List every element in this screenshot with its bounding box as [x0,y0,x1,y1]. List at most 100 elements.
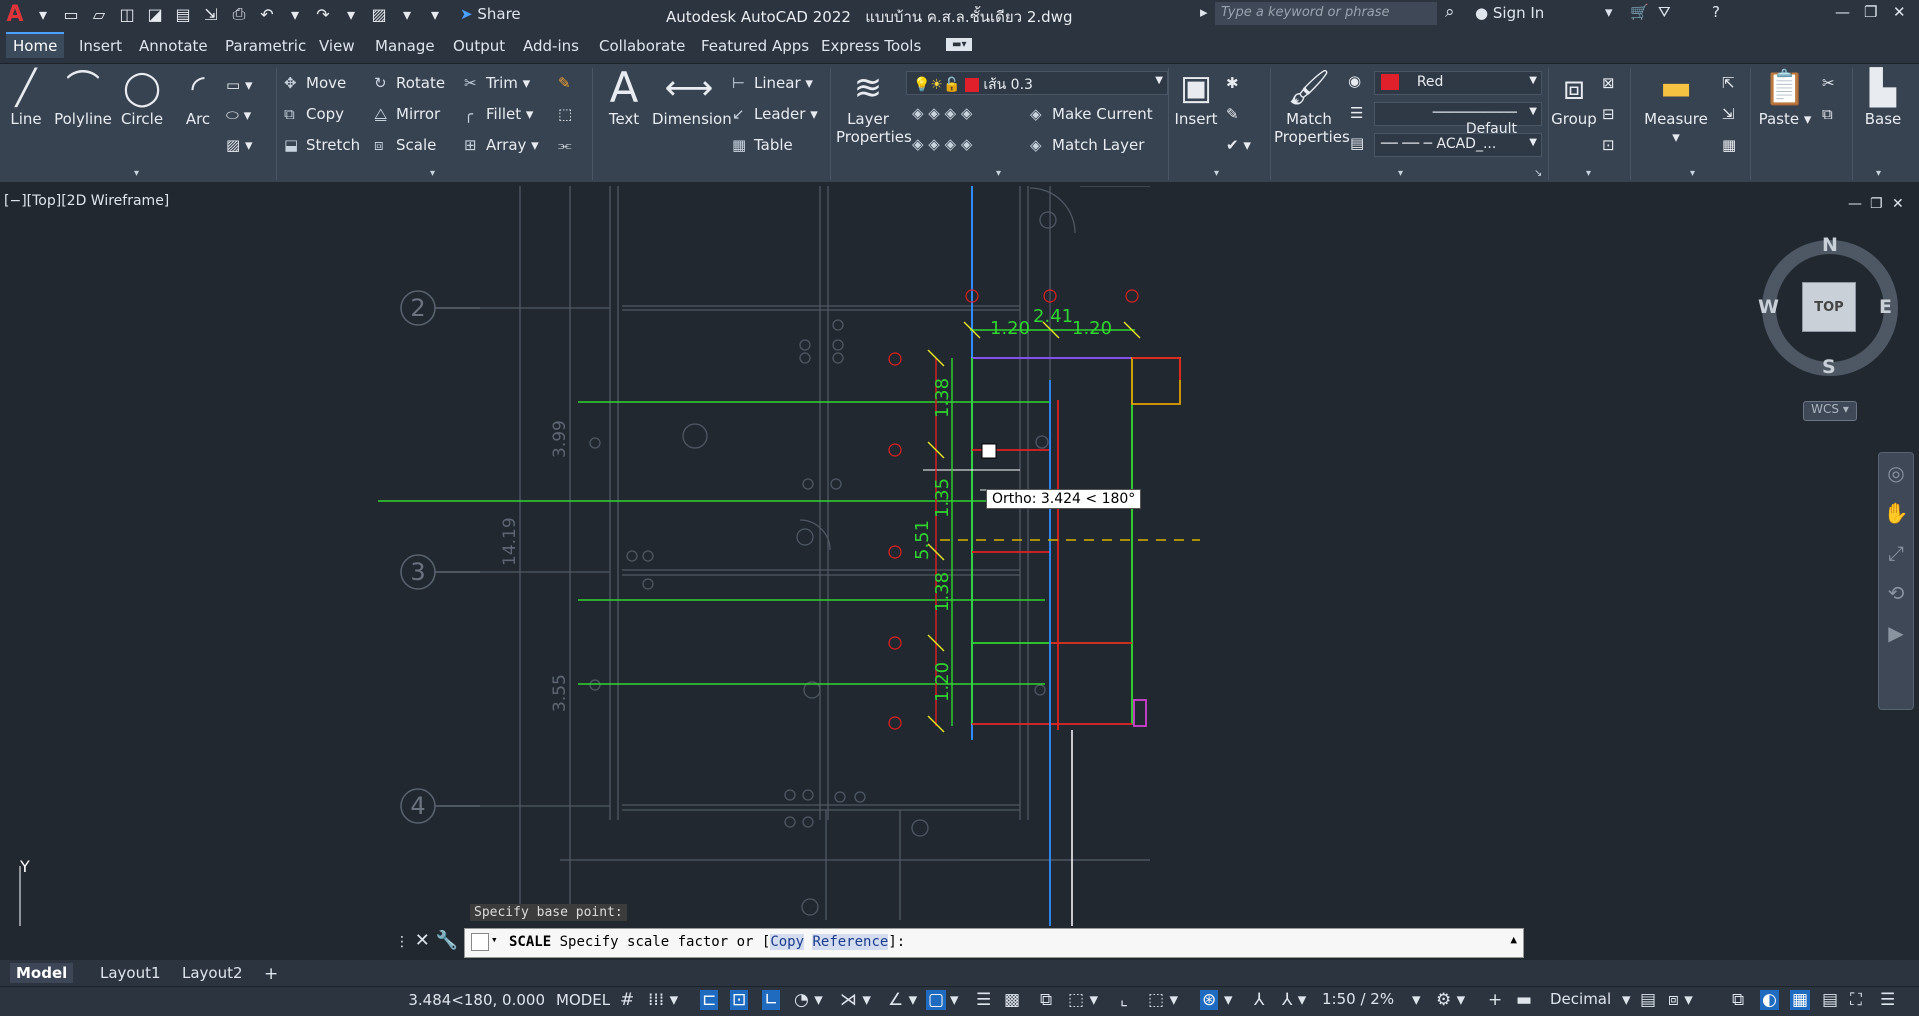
web-mobile-icon[interactable]: ▤ [172,5,194,24]
tab-parametric[interactable]: Parametric [218,34,313,58]
modify-panel-expand-icon[interactable]: ▾ [430,168,435,179]
undo-dropdown-icon[interactable]: ▾ [284,5,306,24]
tab-insert[interactable]: Insert [72,34,129,58]
viewcube-top[interactable]: TOP [1802,282,1856,332]
annotation-visibility-icon[interactable]: ⅄ [1254,990,1264,1010]
units-dropdown-icon[interactable]: ▾ [1622,990,1631,1010]
grid-icon[interactable]: # [620,990,634,1010]
units-icon[interactable]: ▬ [1516,990,1532,1010]
dimension-button[interactable]: ⟷ Dimension [652,66,732,128]
lineweight-dropdown[interactable]: ────────── Default ▼ [1374,102,1542,137]
share-button[interactable]: ➤ Share [460,5,521,23]
customize-icon[interactable]: ▾ [424,5,446,24]
compass-south[interactable]: S [1822,356,1836,378]
object-snap-tracking-icon[interactable]: ∠ ▾ [888,990,917,1010]
search-icon[interactable]: ⌕ [1445,2,1455,22]
ortho-icon[interactable]: ∟ [762,990,781,1010]
import-icon[interactable]: ⇲ [200,5,222,24]
redo-dropdown-icon[interactable]: ▾ [340,5,362,24]
model-space-button[interactable]: MODEL [556,991,610,1009]
match-properties-button[interactable]: 🖌 Match Properties [1274,66,1350,146]
tab-collaborate[interactable]: Collaborate [592,34,692,58]
rectangle-icon[interactable]: ▭ ▾ [226,76,252,94]
lineweight-toggle-icon[interactable]: ☰ [976,990,991,1010]
polar-tracking-icon[interactable]: ◔ ▾ [794,990,823,1010]
tab-manage[interactable]: Manage [368,34,442,58]
make-current-button[interactable]: ◈ Make Current [1030,105,1153,123]
command-history-icon[interactable]: ▲ [1510,933,1517,946]
search-input[interactable]: Type a keyword or phrase [1215,2,1437,25]
minimize-icon[interactable]: — [1835,3,1850,21]
isometric-icon[interactable]: ⋊ ▾ [840,990,871,1010]
layer-dropdown[interactable]: 💡☀🔓 เส้น 0.3 ▼ [906,71,1168,95]
tab-view[interactable]: View [312,34,362,58]
command-dropdown-icon[interactable]: ▾ [491,933,498,946]
create-block-icon[interactable]: ✱ [1226,74,1239,92]
command-line-input[interactable]: ▾ SCALE Specify scale factor or [Copy Re… [464,928,1524,958]
leader-button[interactable]: ↙ Leader ▾ [732,105,818,123]
dynamic-input-icon[interactable]: ⊡ [730,990,749,1010]
new-file-icon[interactable]: ▭ [60,5,82,24]
array-button[interactable]: ⊞ Array ▾ [464,136,539,154]
showmotion-icon[interactable]: ▶ [1888,621,1903,645]
help-icon[interactable]: ? [1712,3,1720,21]
rotate-button[interactable]: ↻ Rotate [374,74,445,92]
measure-button[interactable]: ▬ Measure ▾ [1640,66,1712,146]
hatch-dropdown-icon[interactable]: ▾ [396,5,418,24]
draw-panel-expand-icon[interactable]: ▾ [134,168,139,179]
quick-select-icon[interactable]: ⇲ [1722,105,1735,123]
fillet-button[interactable]: ╭ Fillet ▾ [464,105,533,123]
edit-block-icon[interactable]: ✎ [1226,105,1239,123]
table-button[interactable]: ▦ Table [732,136,793,154]
steering-wheel-icon[interactable]: ◎ [1887,461,1904,485]
offset-icon[interactable]: ⫘ [558,136,572,154]
copy-clip-icon[interactable]: ⧉ [1822,105,1833,123]
linetype-dropdown[interactable]: ── ── ─ ACAD_... ▼ [1374,133,1542,157]
paste-button[interactable]: 📋 Paste ▾ [1756,66,1814,128]
scale-button[interactable]: ⧈ Scale [374,136,436,154]
compass-west[interactable]: W [1758,296,1779,318]
customize-command-icon[interactable]: 🔧 [436,930,458,951]
tab-layout2[interactable]: Layout2 [176,963,249,983]
copy-button[interactable]: ⧉ Copy [284,105,344,123]
polyline-button[interactable]: ⌒ Polyline [52,66,114,128]
close-command-icon[interactable]: ✕ [415,930,430,951]
undo-icon[interactable]: ↶ [256,5,278,24]
tab-express-tools[interactable]: Express Tools [814,34,928,58]
hardware-acceleration-icon[interactable]: ◐ [1760,990,1779,1010]
erase-icon[interactable]: ✎ [558,74,571,92]
groups-panel-expand-icon[interactable]: ▾ [1586,168,1591,179]
tab-home[interactable]: Home [6,32,65,58]
snap-icon[interactable]: ⁞⁞⁞ ▾ [648,990,678,1010]
tab-add-ins[interactable]: Add-ins [516,34,586,58]
tab-annotate[interactable]: Annotate [132,34,215,58]
move-button[interactable]: ✥ Move [284,74,346,92]
gizmo-icon[interactable]: ⊛ [1200,990,1219,1010]
match-layer-button[interactable]: ◈ Match Layer [1030,136,1144,154]
menu-dropdown-icon[interactable]: ▾ [32,5,54,24]
command-option-reference[interactable]: Reference [812,934,889,950]
workspace-switching-icon[interactable]: ⚙ ▾ [1436,990,1465,1010]
autocad-logo-icon[interactable]: A [4,2,26,27]
close-icon[interactable]: ✕ [1893,3,1906,21]
calculator-icon[interactable]: ▦ [1722,136,1736,154]
units-dropdown[interactable]: Decimal [1550,990,1611,1008]
gizmo-dropdown-icon[interactable]: ▾ [1224,990,1233,1010]
selection-filter-icon[interactable]: ⬚ ▾ [1148,990,1178,1010]
drag-handle-icon[interactable]: ⋮ [395,934,409,950]
sign-in-button[interactable]: ● Sign In [1475,4,1544,22]
dynamic-ucs-icon[interactable]: ⌞ [1120,990,1128,1010]
properties-dialog-icon[interactable]: ↘ [1534,168,1542,179]
layers-panel-expand-icon[interactable]: ▾ [996,168,1001,179]
base-button[interactable]: ▙ Base [1858,66,1908,128]
save-as-icon[interactable]: ◪ [144,5,166,24]
graphics-performance-icon[interactable]: ▦ [1790,990,1811,1010]
pan-icon[interactable]: ✋ [1884,501,1909,525]
ellipse-icon[interactable]: ⬭ ▾ [226,106,251,124]
id-point-icon[interactable]: ⇱ [1722,74,1735,92]
line-button[interactable]: ╱ Line [8,66,44,128]
cut-icon[interactable]: ✂ [1822,74,1835,92]
explode-icon[interactable]: ⬚ [558,105,572,123]
stretch-button[interactable]: ⬓ Stretch [284,136,360,154]
clean-screen-toggle-icon[interactable]: ▤ [1822,990,1838,1010]
